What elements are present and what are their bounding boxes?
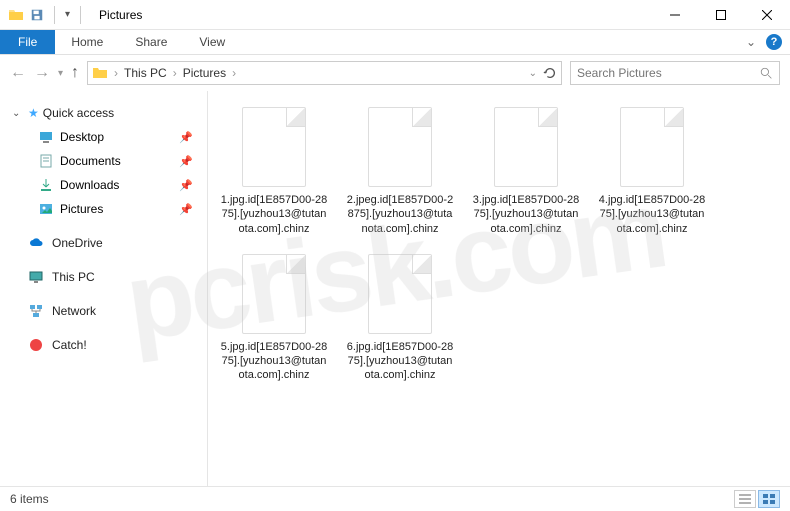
pin-icon: 📌 (179, 203, 193, 216)
file-item[interactable]: 5.jpg.id[1E857D00-2875].[yuzhou13@tutano… (220, 254, 328, 383)
file-icon (620, 107, 684, 187)
sidebar-item-label: Documents (60, 154, 121, 168)
file-icon (368, 107, 432, 187)
sidebar-item-documents[interactable]: Documents 📌 (0, 149, 207, 173)
status-bar: 6 items (0, 486, 790, 511)
help-icon[interactable]: ? (766, 34, 782, 50)
file-name: 3.jpg.id[1E857D00-2875].[yuzhou13@tutano… (472, 193, 580, 236)
pin-icon: 📌 (179, 131, 193, 144)
sidebar-item-label: Quick access (43, 106, 114, 120)
file-icon (368, 254, 432, 334)
tab-home[interactable]: Home (55, 30, 119, 54)
sidebar-quick-access[interactable]: ⌄ ★ Quick access (0, 101, 207, 125)
separator (54, 6, 55, 24)
sidebar-item-label: Catch! (52, 338, 87, 352)
chevron-right-icon[interactable]: › (173, 66, 177, 80)
search-box[interactable] (570, 61, 780, 85)
documents-icon (38, 153, 54, 169)
sidebar-onedrive[interactable]: OneDrive (0, 231, 207, 255)
sidebar-item-label: Pictures (60, 202, 103, 216)
file-name: 5.jpg.id[1E857D00-2875].[yuzhou13@tutano… (220, 340, 328, 383)
pin-icon: 📌 (179, 179, 193, 192)
chevron-right-icon[interactable]: › (114, 66, 118, 80)
separator (80, 6, 81, 24)
icons-view-button[interactable] (758, 490, 780, 508)
sidebar-item-pictures[interactable]: Pictures 📌 (0, 197, 207, 221)
downloads-icon (38, 177, 54, 193)
catch-icon (28, 337, 44, 353)
sidebar-item-downloads[interactable]: Downloads 📌 (0, 173, 207, 197)
forward-button[interactable]: → (34, 64, 50, 82)
desktop-icon (38, 129, 54, 145)
file-name: 2.jpeg.id[1E857D00-2875].[yuzhou13@tutan… (346, 193, 454, 236)
file-icon (242, 107, 306, 187)
ribbon: File Home Share View ⌄ ? (0, 30, 790, 55)
sidebar-item-label: This PC (52, 270, 95, 284)
pc-icon (28, 269, 44, 285)
main-area: ⌄ ★ Quick access Desktop 📌 Documents 📌 D… (0, 91, 790, 486)
file-icon (242, 254, 306, 334)
address-row: ← → ▾ ↑ › This PC › Pictures › ⌄ (0, 55, 790, 91)
search-input[interactable] (577, 66, 754, 80)
ribbon-collapse-icon[interactable]: ⌄ (746, 35, 756, 49)
qat-save-icon[interactable] (30, 8, 44, 22)
item-count: 6 items (10, 492, 49, 506)
search-icon[interactable] (760, 67, 773, 80)
sidebar-thispc[interactable]: This PC (0, 265, 207, 289)
file-name: 6.jpg.id[1E857D00-2875].[yuzhou13@tutano… (346, 340, 454, 383)
file-tab[interactable]: File (0, 30, 55, 54)
tab-share[interactable]: Share (119, 30, 183, 54)
network-icon (28, 303, 44, 319)
chevron-right-icon[interactable]: › (232, 66, 236, 80)
sidebar-item-label: Downloads (60, 178, 119, 192)
file-item[interactable]: 1.jpg.id[1E857D00-2875].[yuzhou13@tutano… (220, 107, 328, 236)
sidebar-item-desktop[interactable]: Desktop 📌 (0, 125, 207, 149)
close-button[interactable] (744, 0, 790, 30)
file-item[interactable]: 3.jpg.id[1E857D00-2875].[yuzhou13@tutano… (472, 107, 580, 236)
window-title: Pictures (99, 8, 142, 22)
file-view[interactable]: 1.jpg.id[1E857D00-2875].[yuzhou13@tutano… (208, 91, 790, 486)
folder-icon (92, 65, 108, 81)
file-item[interactable]: 6.jpg.id[1E857D00-2875].[yuzhou13@tutano… (346, 254, 454, 383)
details-view-button[interactable] (734, 490, 756, 508)
maximize-button[interactable] (698, 0, 744, 30)
sidebar-catch[interactable]: Catch! (0, 333, 207, 357)
chevron-down-icon[interactable]: ⌄ (12, 108, 24, 119)
cloud-icon (28, 235, 44, 251)
file-name: 1.jpg.id[1E857D00-2875].[yuzhou13@tutano… (220, 193, 328, 236)
file-icon (494, 107, 558, 187)
back-button[interactable]: ← (10, 64, 26, 82)
file-name: 4.jpg.id[1E857D00-2875].[yuzhou13@tutano… (598, 193, 706, 236)
navigation-pane: ⌄ ★ Quick access Desktop 📌 Documents 📌 D… (0, 91, 208, 486)
recent-dropdown-icon[interactable]: ▾ (58, 68, 63, 79)
address-bar[interactable]: › This PC › Pictures › ⌄ (87, 61, 562, 85)
titlebar: ▾ Pictures (0, 0, 790, 30)
qat-dropdown-icon[interactable]: ▾ (65, 9, 70, 20)
up-button[interactable]: ↑ (71, 64, 79, 82)
refresh-icon[interactable] (543, 66, 557, 80)
sidebar-item-label: Network (52, 304, 96, 318)
file-item[interactable]: 2.jpeg.id[1E857D00-2875].[yuzhou13@tutan… (346, 107, 454, 236)
pin-icon: 📌 (179, 155, 193, 168)
folder-icon (8, 7, 24, 23)
address-dropdown-icon[interactable]: ⌄ (529, 68, 537, 79)
sidebar-item-label: OneDrive (52, 236, 103, 250)
tab-view[interactable]: View (183, 30, 241, 54)
sidebar-network[interactable]: Network (0, 299, 207, 323)
breadcrumb-thispc[interactable]: This PC (124, 66, 167, 80)
file-item[interactable]: 4.jpg.id[1E857D00-2875].[yuzhou13@tutano… (598, 107, 706, 236)
breadcrumb-pictures[interactable]: Pictures (183, 66, 226, 80)
sidebar-item-label: Desktop (60, 130, 104, 144)
star-icon: ★ (28, 106, 39, 120)
pictures-icon (38, 201, 54, 217)
minimize-button[interactable] (652, 0, 698, 30)
